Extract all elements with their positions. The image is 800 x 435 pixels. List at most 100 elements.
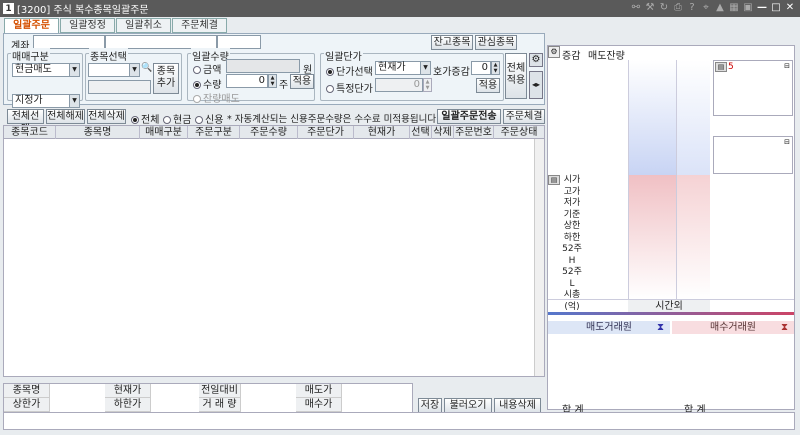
filter-all-radio[interactable]: 전체 bbox=[131, 111, 159, 126]
info-bid-label: 매수가 bbox=[296, 398, 342, 412]
order-grid[interactable] bbox=[3, 139, 545, 377]
balance-stocks-button[interactable]: 잔고종목 bbox=[431, 35, 473, 50]
refresh-icon[interactable]: ↻ bbox=[658, 2, 670, 14]
tick-input[interactable]: 0 bbox=[471, 61, 491, 75]
stock-stat-labels: 시가 고가 저가 기준 상한 하한 52주H 52주L 시총 (억) bbox=[562, 175, 582, 312]
info-lower-label: 하한가 bbox=[105, 398, 151, 412]
ask-band bbox=[628, 60, 676, 175]
tick-stepper[interactable]: ▲ ▼ bbox=[491, 61, 500, 75]
print-icon[interactable]: ⎙ bbox=[672, 2, 684, 14]
order-fill-button[interactable]: 주문체결 bbox=[503, 109, 545, 124]
tick-label: 호가증감 bbox=[433, 67, 470, 78]
radio-icon bbox=[193, 66, 201, 74]
tab-batch-modify[interactable]: 일괄정정 bbox=[60, 18, 115, 33]
info-ask-label: 매도가 bbox=[296, 384, 342, 398]
search-icon[interactable]: 🔍 bbox=[141, 63, 152, 77]
col-order-type[interactable]: 주문구분 bbox=[188, 126, 240, 139]
info-upper-label: 상한가 bbox=[4, 398, 50, 412]
col-order-no[interactable]: 주문번호 bbox=[454, 126, 494, 139]
settings-icon[interactable]: ▦ bbox=[728, 2, 740, 14]
add-stock-button[interactable]: 종목 추가 bbox=[153, 63, 179, 94]
col-code[interactable]: 종목코드 bbox=[4, 126, 56, 139]
trade-type-title: 매매구분 bbox=[11, 48, 50, 63]
tool-icon[interactable]: ⚒ bbox=[644, 2, 656, 14]
trade-type-select[interactable]: 현금매도 ▼ bbox=[12, 63, 80, 77]
trade-type-group: 매매구분 현금매도 ▼ 지정가 ▼ bbox=[7, 48, 83, 108]
interest-stocks-button[interactable]: 관심종목 bbox=[475, 35, 517, 50]
up-icon[interactable]: ▲ bbox=[714, 2, 726, 14]
info-stock-name-label: 종목명 bbox=[4, 384, 50, 398]
qty-apply-button[interactable]: 적용 bbox=[290, 74, 314, 89]
chart-icon[interactable]: ▤ bbox=[715, 62, 727, 72]
maximize-icon[interactable]: □ bbox=[770, 2, 782, 14]
send-batch-order-button[interactable]: 일괄주문전송 bbox=[437, 109, 501, 124]
col-trade[interactable]: 매매구분 bbox=[140, 126, 188, 139]
minimize-icon[interactable]: — bbox=[756, 2, 768, 14]
price-select-radio[interactable]: 단가선택 bbox=[326, 63, 373, 78]
specific-price-radio[interactable]: 특정단가 bbox=[326, 80, 373, 95]
price-select-dropdown[interactable]: 현재가 ▼ bbox=[375, 61, 431, 75]
col-current[interactable]: 현재가 bbox=[354, 126, 410, 139]
remain-sell-radio[interactable]: 잔량매도 bbox=[193, 90, 240, 105]
col-status[interactable]: 주문상태 bbox=[494, 126, 544, 139]
credit-notice: * 자동계산되는 신용주문수량은 수수료 미적용됩니다. bbox=[227, 114, 440, 125]
col-name[interactable]: 종목명 bbox=[56, 126, 140, 139]
expand-arrows-icon[interactable]: ◂▸ bbox=[529, 71, 543, 99]
stock-code-input[interactable]: ▼ bbox=[88, 63, 140, 77]
share-unit: 주 bbox=[279, 80, 289, 91]
apply-all-button[interactable]: 전체 적용 bbox=[505, 53, 527, 99]
stock-name-display bbox=[88, 80, 151, 94]
radio-icon bbox=[326, 85, 334, 93]
save-button[interactable]: 저장 bbox=[418, 398, 442, 413]
col-qty[interactable]: 주문수량 bbox=[240, 126, 298, 139]
pin-icon[interactable]: ⌖ bbox=[700, 2, 712, 14]
stock-select-title: 종목선택 bbox=[89, 48, 128, 63]
bid-band-2 bbox=[676, 175, 710, 299]
select-all-button[interactable]: 전체선택 bbox=[7, 109, 44, 135]
specific-price-input[interactable]: 0 bbox=[375, 78, 423, 92]
qty-radio[interactable]: 수량 bbox=[193, 76, 221, 91]
account-input[interactable] bbox=[33, 35, 105, 49]
load-button[interactable]: 불러오기 bbox=[444, 398, 492, 413]
list-icon[interactable]: ▤ bbox=[548, 175, 560, 185]
delete-contents-button[interactable]: 내용삭제 bbox=[494, 398, 541, 413]
account-name bbox=[105, 35, 217, 49]
qty-stepper[interactable]: ▲ ▼ bbox=[268, 74, 277, 88]
box-toggle-icon[interactable]: ⊟ bbox=[784, 62, 790, 70]
radio-icon bbox=[195, 116, 203, 124]
stock-select-group: 종목선택 ▼ 🔍 종목 추가 bbox=[85, 48, 182, 101]
sort-icon[interactable]: ⧗ bbox=[781, 321, 788, 334]
gear-icon[interactable]: ⚙ bbox=[529, 53, 543, 67]
chevron-down-icon: ▼ bbox=[129, 64, 139, 76]
radio-icon bbox=[326, 68, 334, 76]
qty-group: 일괄수량 금액 원 수량 0 ▲ ▼ 주 적용 잔량매도 bbox=[187, 48, 315, 105]
tab-order-fill[interactable]: 주문체결 bbox=[172, 18, 227, 33]
deselect-all-button[interactable]: 전체해제 bbox=[46, 109, 85, 124]
filter-cash-radio[interactable]: 현금 bbox=[163, 111, 191, 126]
price-stepper[interactable]: ▲ ▼ bbox=[423, 78, 432, 92]
col-delete[interactable]: 삭제 bbox=[432, 126, 454, 139]
grid-scrollbar[interactable] bbox=[534, 139, 544, 376]
settings-gear-icon[interactable]: ⚙ bbox=[548, 46, 560, 58]
order-panel: 계좌 잔고종목 관심종목 매매구분 현금매도 ▼ 지정가 ▼ 종목선택 ▼ 🔍 종목… bbox=[3, 33, 545, 108]
help-icon[interactable]: ? bbox=[686, 2, 698, 14]
qty-input[interactable]: 0 bbox=[226, 74, 268, 88]
col-price[interactable]: 주문단가 bbox=[298, 126, 354, 139]
delete-all-button[interactable]: 전체삭제 bbox=[87, 109, 126, 124]
box-toggle-icon[interactable]: ⊟ bbox=[784, 138, 790, 146]
bid-band bbox=[628, 175, 676, 299]
amount-input[interactable] bbox=[226, 59, 300, 73]
price-type-select[interactable]: 지정가 ▼ bbox=[12, 94, 80, 108]
close-icon[interactable]: ✕ bbox=[784, 2, 796, 14]
amount-radio[interactable]: 금액 bbox=[193, 61, 221, 76]
tab-batch-order[interactable]: 일괄주문 bbox=[4, 18, 59, 33]
link-icon[interactable]: ⚯ bbox=[630, 2, 642, 14]
chart-box-mid: ⊟ bbox=[713, 136, 793, 174]
password-input[interactable] bbox=[217, 35, 261, 49]
col-select[interactable]: 선택 bbox=[410, 126, 432, 139]
tick-apply-button[interactable]: 적용 bbox=[476, 78, 500, 93]
tab-batch-cancel[interactable]: 일괄취소 bbox=[116, 18, 171, 33]
lock-icon[interactable]: ▣ bbox=[742, 2, 754, 14]
filter-credit-radio[interactable]: 신용 bbox=[195, 111, 223, 126]
sort-icon[interactable]: ⧗ bbox=[657, 321, 664, 334]
